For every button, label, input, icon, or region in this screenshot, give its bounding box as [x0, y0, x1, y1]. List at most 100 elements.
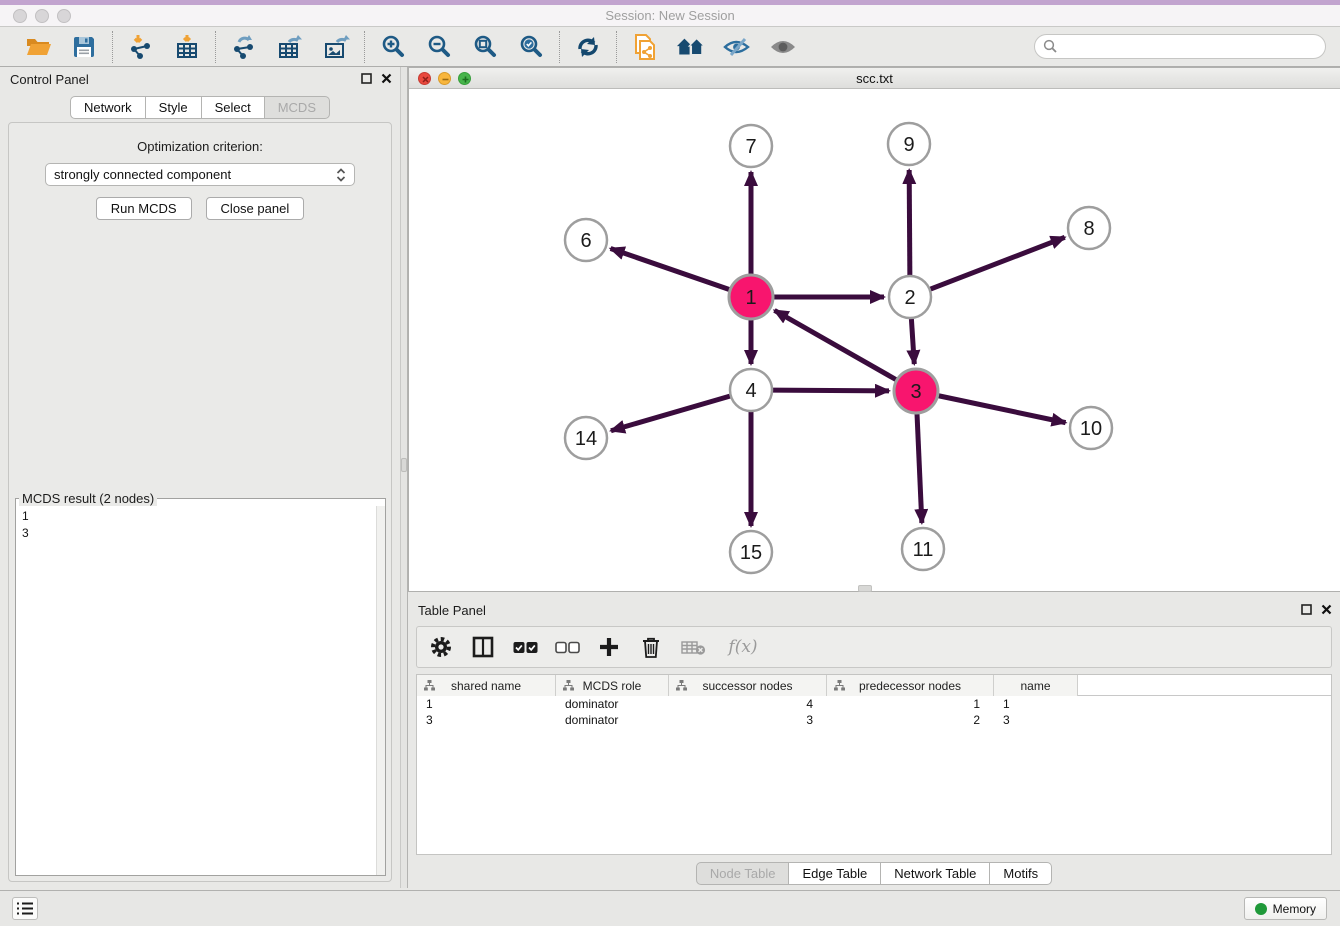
network-canvas[interactable]: 7 9 6 8 1 2 4 3 14 10 15 11	[409, 89, 1340, 591]
window-titlebar: Session: New Session	[0, 0, 1340, 27]
graph-node-14[interactable]: 14	[565, 417, 607, 459]
table-cell[interactable]: 1	[827, 696, 994, 712]
zoom-in-icon[interactable]	[378, 32, 408, 62]
column-selector-icon[interactable]	[469, 633, 497, 661]
close-panel-button[interactable]: Close panel	[206, 197, 305, 220]
apply-layout-icon[interactable]	[573, 32, 603, 62]
export-image-icon[interactable]	[321, 32, 351, 62]
table-cell[interactable]: 3	[417, 712, 556, 728]
tab-network[interactable]: Network	[70, 96, 146, 119]
deselect-all-icon[interactable]	[553, 633, 581, 661]
graph-node-3[interactable]: 3	[894, 369, 938, 413]
table-cell[interactable]: 3	[669, 712, 827, 728]
tab-mcds[interactable]: MCDS	[265, 96, 330, 119]
table-cell[interactable]: 4	[669, 696, 827, 712]
vertical-splitter-handle[interactable]	[401, 458, 407, 472]
run-mcds-button[interactable]: Run MCDS	[96, 197, 192, 220]
gear-icon[interactable]	[427, 633, 455, 661]
export-table-icon[interactable]	[275, 32, 305, 62]
result-scrollbar[interactable]	[376, 506, 385, 875]
graph-node-15[interactable]: 15	[730, 531, 772, 573]
memory-button[interactable]: Memory	[1244, 897, 1327, 920]
graph-edge-4-3[interactable]	[773, 390, 889, 391]
graph-edge-2-8[interactable]	[931, 237, 1065, 289]
control-panel-tabs: NetworkStyleSelectMCDS	[0, 96, 400, 119]
graph-node-4[interactable]: 4	[730, 369, 772, 411]
column-header-successor-nodes[interactable]: successor nodes	[669, 675, 827, 696]
select-all-icon[interactable]	[511, 633, 539, 661]
delete-table-icon[interactable]	[679, 633, 707, 661]
search-input[interactable]	[1034, 34, 1326, 59]
zoom-fit-icon[interactable]	[470, 32, 500, 62]
graph-node-8[interactable]: 8	[1068, 207, 1110, 249]
network-window-titlebar[interactable]: scc.txt	[409, 68, 1340, 89]
tab-network-table[interactable]: Network Table	[881, 862, 990, 885]
column-header-shared-name[interactable]: shared name	[417, 675, 556, 696]
graph-node-6[interactable]: 6	[565, 219, 607, 261]
fx-label: f(x)	[728, 637, 757, 657]
graph-node-7[interactable]: 7	[730, 125, 772, 167]
network-from-clipboard-icon[interactable]	[630, 32, 660, 62]
home-icon[interactable]	[676, 32, 706, 62]
close-table-panel-icon[interactable]	[1321, 604, 1332, 615]
control-panel-title: Control Panel	[10, 72, 89, 87]
add-column-icon[interactable]	[595, 633, 623, 661]
tab-motifs[interactable]: Motifs	[990, 862, 1052, 885]
graph-edge-3-1[interactable]	[774, 310, 896, 379]
import-table-icon[interactable]	[172, 32, 202, 62]
node-label: 9	[903, 134, 914, 156]
float-table-panel-icon[interactable]	[1301, 604, 1312, 615]
table-header-row: shared nameMCDS rolesuccessor nodesprede…	[417, 675, 1331, 696]
graph-edge-4-14[interactable]	[611, 396, 730, 431]
search-icon	[1043, 39, 1058, 54]
graph-node-9[interactable]: 9	[888, 123, 930, 165]
column-header-name[interactable]: name	[994, 675, 1078, 696]
tab-node-table[interactable]: Node Table	[696, 862, 790, 885]
export-network-icon[interactable]	[229, 32, 259, 62]
table-panel-title: Table Panel	[418, 603, 486, 618]
close-panel-icon[interactable]	[381, 73, 392, 84]
graph-node-1[interactable]: 1	[729, 275, 773, 319]
graph-node-10[interactable]: 10	[1070, 407, 1112, 449]
column-header-MCDS-role[interactable]: MCDS role	[556, 675, 669, 696]
graph-edge-1-6[interactable]	[611, 248, 730, 289]
list-icon	[16, 901, 34, 916]
show-all-icon[interactable]	[768, 32, 798, 62]
network-graph: 7 9 6 8 1 2 4 3 14 10 15 11	[409, 89, 1339, 591]
graph-edge-3-11[interactable]	[917, 414, 922, 523]
table-cell[interactable]: dominator	[556, 696, 669, 712]
zoom-out-icon[interactable]	[424, 32, 454, 62]
column-header-predecessor-nodes[interactable]: predecessor nodes	[827, 675, 994, 696]
table-row[interactable]: 3dominator323	[417, 712, 1331, 728]
hide-selected-icon[interactable]	[722, 32, 752, 62]
float-panel-icon[interactable]	[361, 73, 372, 84]
node-label: 14	[575, 428, 597, 450]
graph-node-11[interactable]: 11	[902, 528, 944, 570]
table-cell[interactable]: 3	[994, 712, 1078, 728]
graph-edge-3-10[interactable]	[939, 396, 1066, 423]
application-window: Session: New Session	[0, 0, 1340, 926]
delete-column-icon[interactable]	[637, 633, 665, 661]
graph-edge-2-3[interactable]	[911, 319, 914, 364]
tab-edge-table[interactable]: Edge Table	[789, 862, 881, 885]
import-network-icon[interactable]	[126, 32, 156, 62]
memory-status-icon	[1255, 903, 1267, 915]
table-cell[interactable]: 2	[827, 712, 994, 728]
node-label: 1	[745, 287, 756, 309]
zoom-selected-icon[interactable]	[516, 32, 546, 62]
vertical-splitter[interactable]	[400, 67, 408, 888]
tab-style[interactable]: Style	[146, 96, 202, 119]
table-cell[interactable]: 1	[417, 696, 556, 712]
graph-edge-2-9[interactable]	[909, 170, 910, 275]
optimization-criterion-select[interactable]: strongly connected component	[45, 163, 355, 186]
save-icon[interactable]	[69, 32, 99, 62]
table-row[interactable]: 1dominator411	[417, 696, 1331, 712]
graph-node-2[interactable]: 2	[889, 276, 931, 318]
table-cell[interactable]: 1	[994, 696, 1078, 712]
task-history-button[interactable]	[12, 897, 38, 920]
horizontal-splitter-handle[interactable]	[858, 585, 872, 592]
function-builder-icon[interactable]: f(x)	[721, 633, 765, 661]
tab-select[interactable]: Select	[202, 96, 265, 119]
table-cell[interactable]: dominator	[556, 712, 669, 728]
open-file-icon[interactable]	[23, 32, 53, 62]
